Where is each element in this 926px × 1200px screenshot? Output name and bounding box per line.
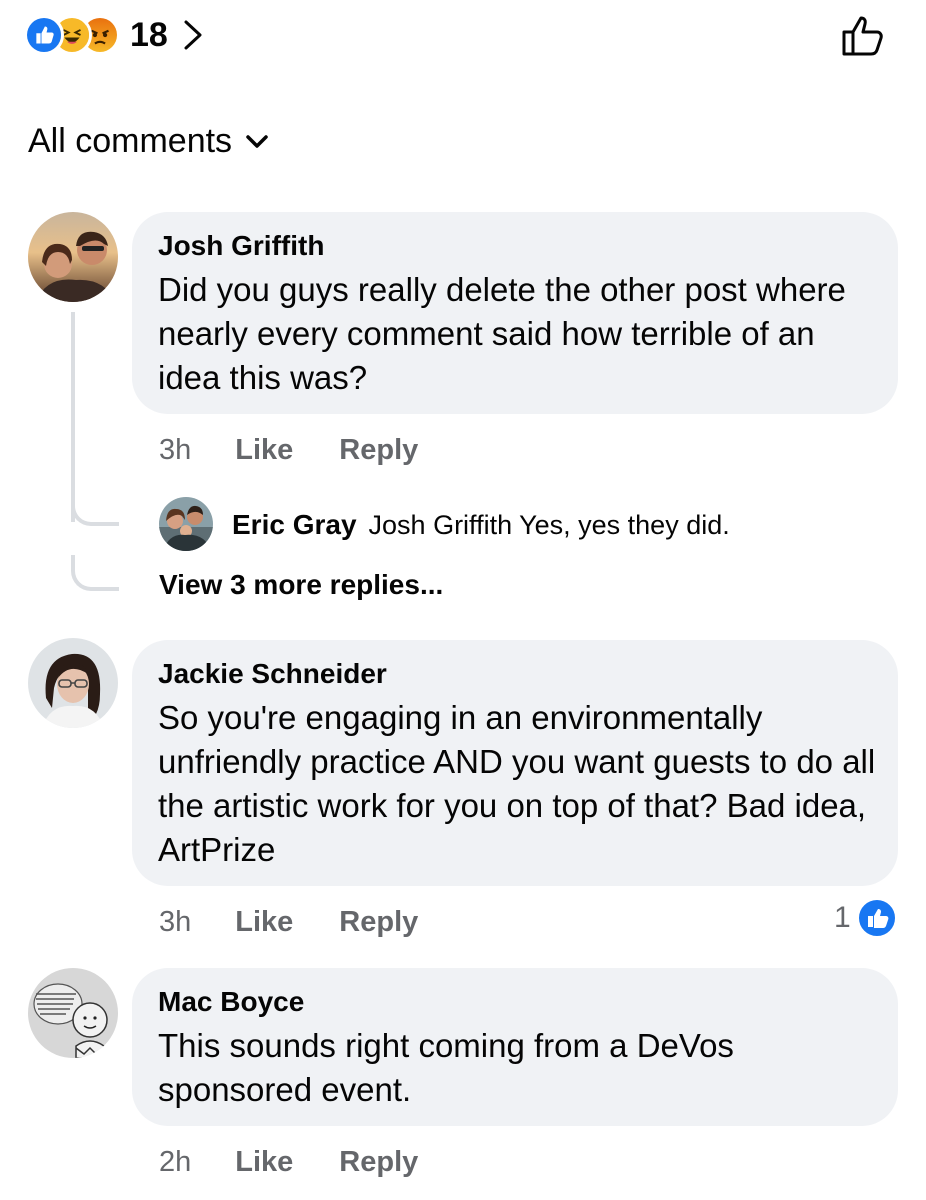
comment-bubble[interactable]: Mac Boyce This sounds right coming from … [132,968,898,1126]
like-button[interactable]: Like [235,906,293,939]
comment-text: So you're engaging in an environmentally… [158,699,876,868]
like-outline-icon[interactable] [840,12,890,58]
comment-actions: 2h Like Reply [159,1142,418,1182]
reply-item: Eric Gray Josh Griffith Yes, yes they di… [232,505,730,545]
avatar-josh-griffith[interactable] [28,212,118,302]
like-button[interactable]: Like [235,1146,293,1179]
reply-text: Josh Griffith Yes, yes they did. [368,509,730,540]
like-icon [24,15,64,55]
comment-author[interactable]: Josh Griffith [158,230,872,262]
comment-bubble[interactable]: Josh Griffith Did you guys really delete… [132,212,898,414]
comment-bubble[interactable]: Jackie Schneider So you're engaging in a… [132,640,898,886]
comment-actions: 3h Like Reply [159,902,418,942]
sort-label: All comments [28,122,233,160]
reply-button[interactable]: Reply [339,1146,418,1179]
reaction-count: 18 [130,15,168,54]
reactions-summary[interactable]: 18 [24,12,204,58]
comment-sort-dropdown[interactable]: All comments [28,122,268,161]
avatar-mac-boyce[interactable] [28,968,118,1058]
avatar-eric-gray[interactable] [159,497,213,551]
like-icon [856,898,897,938]
like-count-number: 1 [834,901,851,934]
comment-actions: 3h Like Reply [159,430,418,470]
avatar-jackie-schneider[interactable] [28,638,118,728]
view-more-replies-link[interactable]: View 3 more replies... [159,569,443,601]
reply-button[interactable]: Reply [339,434,418,467]
chevron-right-icon [184,20,202,50]
thread-branch [71,490,119,526]
chevron-down-icon [246,134,268,148]
comment-author[interactable]: Jackie Schneider [158,658,872,690]
comment-text: Did you guys really delete the other pos… [158,271,846,396]
comment-like-count[interactable]: 1 [834,898,897,938]
like-button[interactable]: Like [235,434,293,467]
comment-time[interactable]: 3h [159,906,191,939]
comment-author[interactable]: Mac Boyce [158,986,872,1018]
comment-text: This sounds right coming from a DeVos sp… [158,1027,734,1108]
reply-author[interactable]: Eric Gray [232,509,357,541]
thread-branch [71,555,119,591]
comment-time[interactable]: 2h [159,1146,191,1179]
reply-button[interactable]: Reply [339,906,418,939]
comment-time[interactable]: 3h [159,434,191,467]
